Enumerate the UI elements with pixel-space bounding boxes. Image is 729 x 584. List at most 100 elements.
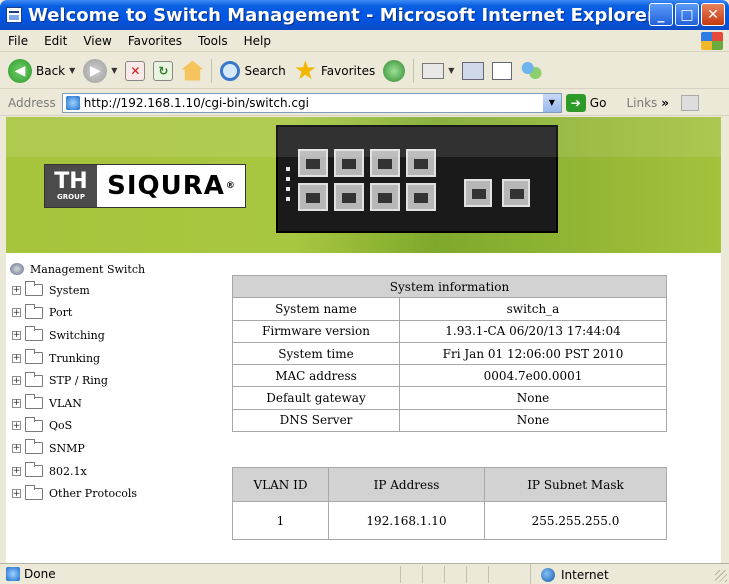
folder-icon bbox=[25, 416, 43, 432]
logo-brand-text: SIQURA bbox=[107, 171, 225, 201]
navigation-tree: Management Switch + System + Port + Swit… bbox=[6, 259, 216, 505]
address-bar: Address http://192.168.1.10/cgi-bin/swit… bbox=[0, 90, 729, 116]
th-group-logo: TH GROUP bbox=[45, 165, 97, 207]
print-button[interactable] bbox=[462, 61, 485, 80]
expand-icon[interactable]: + bbox=[12, 285, 21, 295]
expand-icon[interactable]: + bbox=[12, 353, 21, 363]
menu-edit[interactable]: Edit bbox=[36, 34, 75, 48]
expand-icon[interactable]: + bbox=[12, 398, 21, 408]
port-icon bbox=[298, 149, 328, 177]
toolbar: ◀ Back ▼ ▶ ▼ ✕ ↻ Search ★ Favorites ▼ bbox=[0, 53, 729, 89]
tree-item-trunking[interactable]: + Trunking bbox=[6, 347, 216, 370]
expand-icon[interactable]: + bbox=[12, 466, 21, 476]
tree-item-label[interactable]: Trunking bbox=[49, 352, 100, 365]
title-bar[interactable]: Welcome to Switch Management - Microsoft… bbox=[0, 0, 729, 30]
tree-item-system[interactable]: + System bbox=[6, 279, 216, 302]
table-row: MAC address 0004.7e00.0001 bbox=[232, 364, 667, 388]
address-input[interactable]: http://192.168.1.10/cgi-bin/switch.cgi ▼ bbox=[61, 92, 562, 113]
tree-item-port[interactable]: + Port bbox=[6, 302, 216, 325]
refresh-icon: ↻ bbox=[153, 60, 174, 81]
folder-icon bbox=[25, 303, 43, 319]
tree-item-qos[interactable]: + QoS bbox=[6, 415, 216, 438]
folder-icon bbox=[25, 281, 43, 297]
toolbar-separator bbox=[211, 58, 213, 83]
security-zone[interactable]: Internet bbox=[530, 564, 609, 584]
expand-icon[interactable]: + bbox=[12, 443, 21, 453]
table-header-row: System information bbox=[232, 274, 667, 299]
back-button[interactable]: ◀ Back ▼ bbox=[8, 58, 75, 83]
tree-item-switching[interactable]: + Switching bbox=[6, 324, 216, 347]
vlan-id-cell: 1 bbox=[232, 501, 329, 540]
minimize-button[interactable]: _ bbox=[649, 3, 673, 26]
row-label: MAC address bbox=[232, 364, 400, 388]
refresh-button[interactable]: ↻ bbox=[153, 60, 174, 81]
expand-icon[interactable]: + bbox=[12, 308, 21, 318]
stop-icon: ✕ bbox=[125, 60, 146, 81]
page-icon bbox=[65, 95, 80, 110]
menu-tools[interactable]: Tools bbox=[190, 34, 236, 48]
favorites-button[interactable]: ★ Favorites bbox=[294, 58, 376, 84]
globe-icon bbox=[541, 567, 555, 582]
row-value: None bbox=[399, 408, 667, 433]
favorites-label: Favorites bbox=[321, 63, 376, 78]
resize-grip[interactable] bbox=[715, 570, 727, 582]
menu-file[interactable]: File bbox=[0, 34, 36, 48]
tree-item-label[interactable]: Other Protocols bbox=[49, 487, 137, 500]
window-controls: _ □ ✕ bbox=[649, 3, 725, 26]
tree-root[interactable]: Management Switch bbox=[6, 259, 216, 279]
tree-item-label[interactable]: STP / Ring bbox=[49, 374, 108, 387]
ie-window-icon[interactable] bbox=[6, 7, 22, 23]
expand-icon[interactable]: + bbox=[12, 330, 21, 340]
table-row: DNS Server None bbox=[232, 408, 667, 433]
links-extra-icon[interactable] bbox=[681, 94, 700, 111]
tree-item-label[interactable]: 802.1x bbox=[49, 465, 87, 478]
mail-icon bbox=[422, 62, 445, 79]
tree-item-label[interactable]: QoS bbox=[49, 419, 72, 432]
menu-view[interactable]: View bbox=[75, 34, 119, 48]
row-label: Firmware version bbox=[232, 319, 400, 343]
mail-button[interactable]: ▼ bbox=[422, 62, 454, 79]
tree-item-other-protocols[interactable]: + Other Protocols bbox=[6, 482, 216, 505]
edit-button[interactable] bbox=[492, 61, 513, 80]
home-button[interactable] bbox=[181, 60, 204, 81]
go-button[interactable]: ➔ Go bbox=[565, 93, 606, 112]
forward-button[interactable]: ▶ ▼ bbox=[83, 58, 117, 83]
table-row: 1 192.168.1.10 255.255.255.0 bbox=[232, 501, 667, 540]
port-icon bbox=[298, 183, 328, 211]
tree-item-stp-ring[interactable]: + STP / Ring bbox=[6, 369, 216, 392]
port-icon bbox=[406, 183, 436, 211]
search-button[interactable]: Search bbox=[220, 60, 286, 81]
tree-item-label[interactable]: SNMP bbox=[49, 442, 85, 455]
banner: TH GROUP SIQURA ® bbox=[6, 117, 721, 253]
go-arrow-icon: ➔ bbox=[565, 93, 586, 112]
ethernet-ports bbox=[298, 149, 436, 211]
chevron-down-icon[interactable]: ▼ bbox=[111, 66, 117, 75]
tree-item-label[interactable]: Port bbox=[49, 306, 72, 319]
tree-item-vlan[interactable]: + VLAN bbox=[6, 392, 216, 415]
tree-item-label[interactable]: System bbox=[49, 284, 90, 297]
expand-icon[interactable]: + bbox=[12, 489, 21, 499]
address-url[interactable]: http://192.168.1.10/cgi-bin/switch.cgi bbox=[84, 96, 309, 110]
port-icon bbox=[370, 183, 400, 211]
expand-icon[interactable]: + bbox=[12, 376, 21, 386]
chevron-down-icon[interactable]: ▼ bbox=[69, 66, 75, 75]
address-dropdown-button[interactable]: ▼ bbox=[542, 93, 561, 112]
chevron-down-icon[interactable]: ▼ bbox=[448, 66, 454, 75]
maximize-button[interactable]: □ bbox=[675, 3, 699, 26]
system-info-header: System information bbox=[232, 274, 667, 299]
media-button[interactable] bbox=[383, 59, 406, 82]
messenger-button[interactable] bbox=[520, 60, 543, 81]
tree-item-label[interactable]: Switching bbox=[49, 329, 105, 342]
chevron-right-icon[interactable]: » bbox=[661, 96, 669, 110]
links-button[interactable]: Links bbox=[626, 96, 657, 110]
stop-button[interactable]: ✕ bbox=[125, 60, 146, 81]
tree-item-label[interactable]: VLAN bbox=[49, 397, 82, 410]
tree-item-snmp[interactable]: + SNMP bbox=[6, 437, 216, 460]
menu-favorites[interactable]: Favorites bbox=[120, 34, 190, 48]
tree-item-8021x[interactable]: + 802.1x bbox=[6, 460, 216, 483]
expand-icon[interactable]: + bbox=[12, 421, 21, 431]
menu-help[interactable]: Help bbox=[236, 34, 279, 48]
page-done-icon bbox=[6, 567, 20, 581]
table-row: System name switch_a bbox=[232, 297, 667, 321]
close-button[interactable]: ✕ bbox=[701, 3, 725, 26]
